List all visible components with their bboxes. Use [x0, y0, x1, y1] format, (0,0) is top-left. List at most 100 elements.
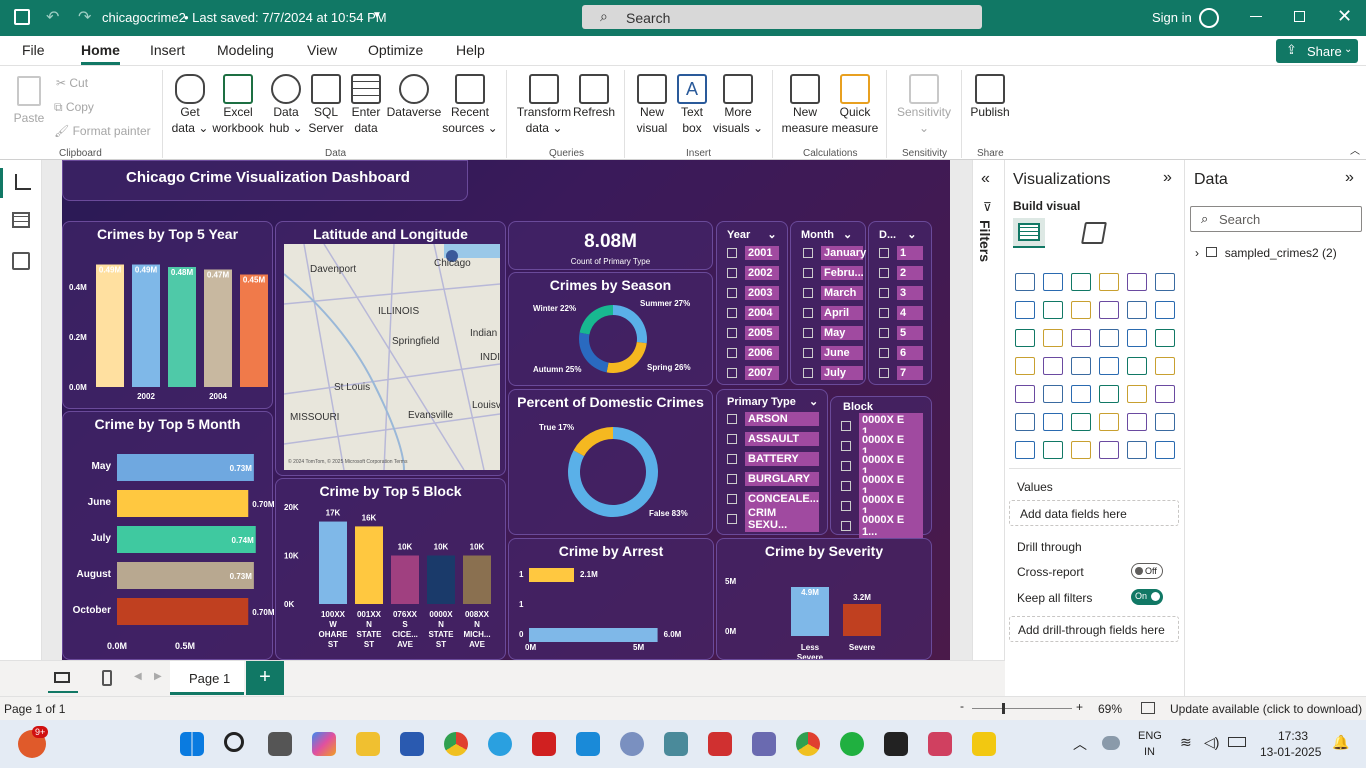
volume-icon[interactable]: ◁) [1204, 734, 1219, 751]
block-slicer[interactable]: Block 0000X E 1... 0000X E 1... 0000X E 1.… [830, 396, 932, 539]
slicer-item[interactable]: 2002 [727, 265, 779, 281]
battery-icon[interactable] [1228, 737, 1246, 747]
season-chart[interactable]: Crimes by Season Winter 22% Summer 27% A… [508, 272, 713, 386]
slicer-item[interactable]: 0000X E 1... [841, 493, 923, 519]
wps-icon[interactable] [708, 732, 732, 756]
slicer-item[interactable]: 1 [879, 245, 923, 261]
checkbox[interactable] [879, 328, 889, 338]
new-measure-button[interactable]: New measure [780, 74, 830, 136]
slicer-item[interactable]: April [803, 305, 863, 321]
visual-type-icon[interactable] [1043, 273, 1063, 291]
tab-view[interactable]: View [307, 42, 337, 58]
block-slicer-header[interactable]: Block [843, 401, 873, 413]
checkbox[interactable] [727, 248, 737, 258]
slicer-item[interactable]: BURGLARY [727, 471, 819, 487]
copilot-icon[interactable] [312, 732, 336, 756]
notification-app-icon[interactable]: 9+ [18, 726, 49, 758]
update-available-link[interactable]: Update available (click to download) [1170, 702, 1362, 716]
checkbox[interactable] [841, 501, 851, 511]
checkbox[interactable] [879, 368, 889, 378]
power-bi-icon[interactable] [972, 732, 996, 756]
fit-page-icon[interactable] [1141, 702, 1155, 714]
slicer-item[interactable]: March [803, 285, 863, 301]
notification-bell-icon[interactable]: 🔔 [1332, 734, 1349, 751]
visual-type-icon[interactable] [1043, 357, 1063, 375]
slicer-item[interactable]: 5 [879, 325, 923, 341]
visual-type-icon[interactable] [1015, 357, 1035, 375]
visual-type-icon[interactable] [1127, 357, 1147, 375]
slicer-item[interactable]: CONCEALE... [727, 491, 819, 507]
collapse-ribbon-icon[interactable]: ︿ [1350, 142, 1360, 157]
slicer-item[interactable]: 2 [879, 265, 923, 281]
desktop-layout-icon[interactable] [48, 665, 78, 693]
visual-type-icon[interactable] [1071, 301, 1091, 319]
format-visual-icon[interactable] [1081, 222, 1107, 244]
chrome-profile-icon[interactable] [796, 732, 820, 756]
visual-type-icon[interactable] [1099, 441, 1119, 459]
visual-type-icon[interactable] [1043, 301, 1063, 319]
tab-help[interactable]: Help [456, 42, 485, 58]
day-slicer-header[interactable]: D... ⌄ [879, 228, 916, 241]
transform-data-button[interactable]: Transform data ⌄ [514, 74, 574, 136]
slicer-item[interactable]: Febru... [803, 265, 864, 281]
page-tab-page-1[interactable]: Page 1 [170, 661, 244, 695]
acrobat-icon[interactable] [532, 732, 556, 756]
checkbox[interactable] [879, 248, 889, 258]
more-visuals-button[interactable]: More visuals ⌄ [712, 74, 764, 136]
zoom-in-icon[interactable]: + [1076, 700, 1083, 714]
slicer-item[interactable]: 6 [879, 345, 923, 361]
filters-pane[interactable]: « ⊽ Filters [972, 160, 1005, 660]
visual-type-icon[interactable] [1043, 413, 1063, 431]
checkbox[interactable] [727, 288, 737, 298]
visual-type-icon[interactable] [1071, 357, 1091, 375]
chevron-down-icon[interactable]: ▼ [372, 10, 382, 21]
block-chart[interactable]: Crime by Top 5 Block 20K 10K 0K 17K 100XX W OH… [275, 478, 506, 660]
sensitivity-button[interactable]: Sensitivity ⌄ [892, 74, 956, 136]
weather-icon[interactable] [1102, 736, 1120, 750]
tab-optimize[interactable]: Optimize [368, 42, 423, 58]
checkbox[interactable] [727, 268, 737, 278]
slicer-item[interactable]: CRIM SEXU... [727, 506, 819, 532]
checkbox[interactable] [727, 328, 737, 338]
show-hidden-icons[interactable]: ︿ [1073, 734, 1087, 754]
visual-type-icon[interactable] [1127, 413, 1147, 431]
cross-report-toggle[interactable]: Off [1131, 563, 1163, 579]
whatsapp-icon[interactable] [840, 732, 864, 756]
text-box-button[interactable]: A Text box [672, 74, 712, 136]
visual-type-icon[interactable] [1099, 301, 1119, 319]
slicer-item[interactable]: July [803, 365, 863, 381]
slicer-item[interactable]: 2005 [727, 325, 779, 341]
visual-type-icon[interactable] [1015, 385, 1035, 403]
slicer-item[interactable]: 0000X E 1... [841, 413, 923, 439]
visual-type-icon[interactable] [1099, 329, 1119, 347]
month-chart[interactable]: Crime by Top 5 Month May 0.73M June 0.70M Ju… [62, 411, 274, 660]
slicer-item[interactable]: 0000X E 1... [841, 453, 923, 479]
checkbox[interactable] [727, 454, 737, 464]
visual-type-icon[interactable] [1043, 441, 1063, 459]
prev-page-icon[interactable]: ◀ [134, 671, 142, 682]
slicer-item[interactable]: 2001 [727, 245, 779, 261]
remote-desktop-icon[interactable] [752, 732, 776, 756]
table-view-icon[interactable] [12, 212, 30, 228]
quick-measure-button[interactable]: Quick measure [830, 74, 880, 136]
checkbox[interactable] [841, 421, 851, 431]
visual-type-icon[interactable] [1155, 329, 1175, 347]
visual-type-icon[interactable] [1155, 301, 1175, 319]
slicer-item[interactable]: 2006 [727, 345, 779, 361]
enter-data-button[interactable]: Enter data [346, 74, 386, 136]
primary-type-slicer[interactable]: Primary Type ⌄ ARSON ASSAULT BATTERY BURGLA… [716, 389, 828, 535]
visual-type-icon[interactable] [1015, 413, 1035, 431]
year-slicer-header[interactable]: Year ⌄ [727, 228, 777, 241]
visual-type-icon[interactable] [1015, 273, 1035, 291]
visual-type-icon[interactable] [1071, 273, 1091, 291]
domestic-chart[interactable]: Percent of Domestic Crimes True 17% Fals… [508, 389, 713, 535]
monitor-app-icon[interactable] [664, 732, 688, 756]
close-icon[interactable]: ✕ [1337, 6, 1352, 27]
checkbox[interactable] [727, 368, 737, 378]
slicer-item[interactable]: 4 [879, 305, 923, 321]
redo-icon[interactable]: ↷ [78, 7, 91, 27]
zoom-slider[interactable] [972, 703, 1072, 714]
search-box[interactable]: ⌕ Search [582, 5, 982, 29]
checkbox[interactable] [727, 308, 737, 318]
slicer-item[interactable]: ASSAULT [727, 431, 819, 447]
